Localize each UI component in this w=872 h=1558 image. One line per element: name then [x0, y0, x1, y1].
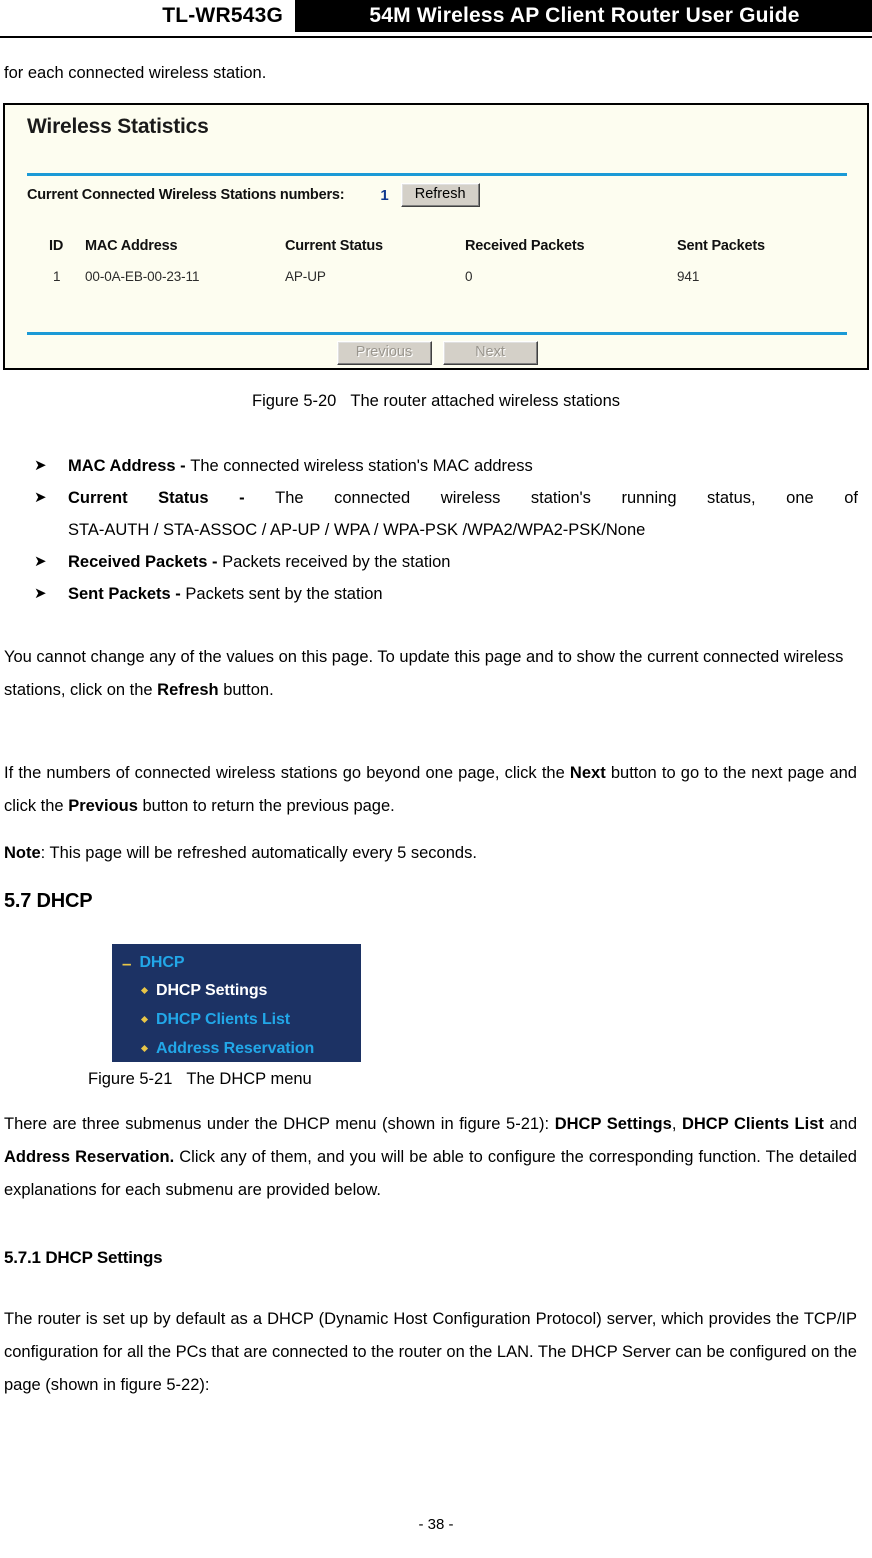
dhcp-menu-root-label: DHCP [139, 954, 185, 971]
chevron-right-icon: ➤ [34, 489, 47, 506]
chevron-right-icon: ➤ [34, 553, 47, 570]
document-title-bar: 54M Wireless AP Client Router User Guide [295, 0, 872, 32]
dhcp-submenu-label: DHCP Settings [156, 981, 268, 999]
figure-5-20-label: Figure 5-20 [251, 392, 337, 410]
product-model-label: TL-WR543G [162, 0, 295, 32]
text-run: and [823, 1115, 857, 1133]
pagination-controls: Previous Next [27, 341, 847, 365]
paragraph-note: Note: This page will be refreshed automa… [4, 837, 857, 870]
definition-term: MAC Address - [68, 457, 191, 475]
dhcp-submenu-label: DHCP Clients List [156, 1010, 291, 1028]
column-header-id: ID [49, 238, 64, 254]
intro-text: for each connected wireless station. [4, 64, 267, 82]
cell-received: 0 [465, 269, 473, 284]
paragraph-submenus: There are three submenus under the DHCP … [4, 1108, 857, 1207]
text-run-bold: Next [569, 764, 606, 782]
list-item: ➤ Current Status - The connected wireles… [30, 482, 858, 514]
collapse-minus-icon[interactable]: – [122, 955, 131, 972]
text-run: button to return the previous page. [137, 797, 395, 815]
text-run-bold: Address Reservation. [4, 1148, 175, 1166]
definition-term: Received Packets - [68, 553, 223, 571]
connected-stations-row: Current Connected Wireless Stations numb… [27, 182, 847, 208]
cell-id: 1 [53, 269, 61, 284]
figure-5-20-caption: Figure 5-20 The router attached wireless … [0, 392, 872, 411]
figure-5-21-label: Figure 5-21 [88, 1070, 173, 1088]
column-header-mac: MAC Address [85, 238, 178, 254]
definition-description: Packets received by the station [222, 553, 451, 571]
page-header: TL-WR543G 54M Wireless AP Client Router … [0, 0, 872, 32]
panel-bottom-divider [27, 332, 847, 335]
column-header-received: Received Packets [465, 238, 585, 254]
definition-description: Packets sent by the station [185, 585, 383, 603]
section-heading-5-7-1: 5.7.1 DHCP Settings [4, 1248, 163, 1267]
definition-term: Sent Packets - [68, 585, 186, 603]
text-run: You cannot change any of the values on t… [4, 648, 844, 699]
cell-mac: 00-0A-EB-00-23-11 [85, 269, 200, 284]
panel-title: Wireless Statistics [27, 115, 209, 138]
bullet-diamond-icon [140, 1015, 149, 1024]
paragraph-dhcp-description: The router is set up by default as a DHC… [4, 1303, 857, 1402]
dhcp-menu-figure: – DHCP DHCP Settings DHCP Clients List A… [112, 944, 361, 1062]
paragraph-pagination: If the numbers of connected wireless sta… [4, 757, 857, 823]
text-run: : This page will be refreshed automatica… [40, 844, 477, 862]
chevron-right-icon: ➤ [34, 585, 47, 602]
definition-term: Current Status - [68, 489, 276, 507]
chevron-right-icon: ➤ [34, 457, 47, 474]
refresh-button[interactable]: Refresh [400, 183, 480, 207]
dhcp-submenu-item-address-reservation[interactable]: Address Reservation [112, 1034, 361, 1063]
text-run: The router is set up by default as a DHC… [4, 1310, 857, 1394]
figure-5-21-text: The DHCP menu [186, 1070, 312, 1088]
page-footer: - 38 - [0, 1516, 872, 1533]
column-header-status: Current Status [285, 238, 383, 254]
connected-stations-count: 1 [380, 186, 389, 204]
page-number: - 38 - [418, 1516, 454, 1533]
text-run-bold: DHCP Settings [554, 1115, 672, 1133]
text-run-bold: Note [4, 844, 41, 862]
figure-5-20-text: The router attached wireless stations [350, 392, 621, 410]
next-button[interactable]: Next [442, 341, 538, 365]
wireless-statistics-panel: Wireless Statistics Current Connected Wi… [3, 103, 869, 370]
text-run-bold: Previous [68, 797, 138, 815]
definition-list: ➤ MAC Address - The connected wireless s… [30, 450, 858, 610]
list-item: ➤ MAC Address - The connected wireless s… [30, 450, 858, 482]
definition-description: STA-AUTH / STA-ASSOC / AP-UP / WPA / WPA… [68, 521, 646, 539]
dhcp-menu-root-item[interactable]: – DHCP [112, 950, 361, 976]
dhcp-submenu-item-dhcp-clients-list[interactable]: DHCP Clients List [112, 1005, 361, 1034]
text-run: If the numbers of connected wireless sta… [4, 764, 570, 782]
text-run: There are three submenus under the DHCP … [4, 1115, 555, 1133]
definition-description: The connected wireless station's running… [275, 489, 858, 507]
list-item: ➤ Received Packets - Packets received by… [30, 546, 858, 578]
text-run: , [671, 1115, 682, 1133]
connected-stations-label: Current Connected Wireless Stations numb… [27, 187, 345, 203]
definition-continuation-line: STA-AUTH / STA-ASSOC / AP-UP / WPA / WPA… [30, 514, 858, 546]
bullet-diamond-icon [140, 986, 149, 995]
dhcp-submenu-item-dhcp-settings[interactable]: DHCP Settings [112, 976, 361, 1005]
list-item: ➤ Sent Packets - Packets sent by the sta… [30, 578, 858, 610]
figure-5-21-caption: Figure 5-21 The DHCP menu [88, 1070, 312, 1089]
text-run: button. [218, 681, 274, 699]
definition-description: The connected wireless station's MAC add… [190, 457, 533, 475]
section-heading-5-7: 5.7 DHCP [4, 890, 93, 912]
wireless-stations-table: ID MAC Address Current Status Received P… [27, 238, 849, 300]
previous-button[interactable]: Previous [336, 341, 432, 365]
dhcp-submenu-label: Address Reservation [156, 1039, 315, 1057]
header-divider [0, 36, 872, 38]
text-run-bold: DHCP Clients List [681, 1115, 824, 1133]
column-header-sent: Sent Packets [677, 238, 765, 254]
text-run-bold: Refresh [157, 681, 219, 699]
paragraph-refresh: You cannot change any of the values on t… [4, 641, 857, 707]
cell-status: AP-UP [285, 269, 326, 284]
bullet-diamond-icon [140, 1044, 149, 1053]
panel-top-divider [27, 173, 847, 176]
cell-sent: 941 [677, 269, 700, 284]
table-header-row: ID MAC Address Current Status Received P… [27, 238, 849, 269]
table-row: 1 00-0A-EB-00-23-11 AP-UP 0 941 [27, 269, 849, 300]
